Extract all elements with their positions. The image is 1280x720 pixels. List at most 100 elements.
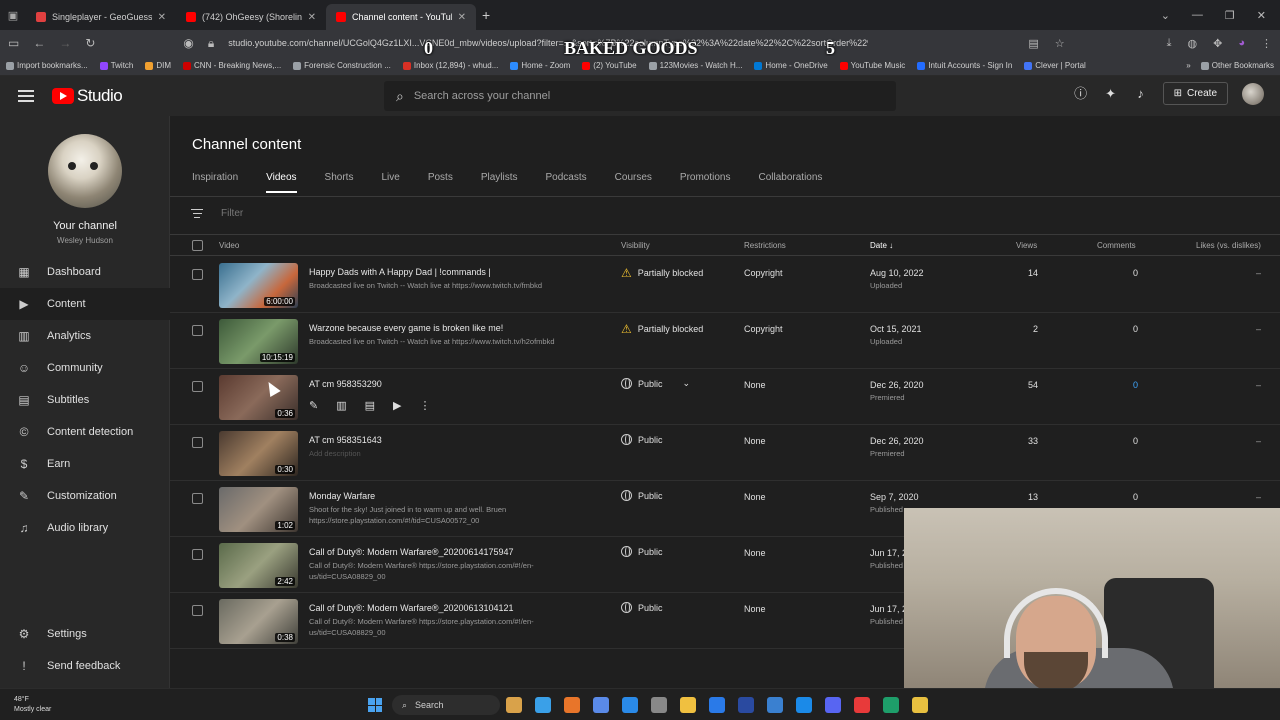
back-button[interactable]: ← xyxy=(33,36,45,50)
comments-icon[interactable]: ▤ xyxy=(365,399,375,412)
taskbar-app-icon[interactable] xyxy=(709,697,725,713)
comments-count[interactable]: 0 xyxy=(1100,436,1138,446)
sidebar-item-analytics[interactable]: ▥ Analytics xyxy=(0,320,170,352)
taskbar-app-icon[interactable] xyxy=(825,697,841,713)
taskbar-app-icon[interactable] xyxy=(651,697,667,713)
close-window-button[interactable]: ✕ xyxy=(1257,9,1266,22)
visibility-status[interactable]: Public ⌄ xyxy=(621,378,690,389)
tab-live[interactable]: Live xyxy=(381,172,399,193)
bookmark-star-icon[interactable]: ☆ xyxy=(1055,37,1065,50)
tab-playlists[interactable]: Playlists xyxy=(481,172,518,193)
video-thumbnail[interactable]: 6:00:00 xyxy=(219,263,298,308)
tab-shorts[interactable]: Shorts xyxy=(325,172,354,193)
analytics-icon[interactable]: ▥ xyxy=(336,399,346,412)
video-thumbnail[interactable]: 1:02 xyxy=(219,487,298,532)
sidebar-item-content-detection[interactable]: © Content detection xyxy=(0,416,170,448)
bookmark-item[interactable]: Import bookmarks... xyxy=(6,61,88,70)
sidebar-item-subtitles[interactable]: ▤ Subtitles xyxy=(0,384,170,416)
bookmark-item[interactable]: (2) YouTube xyxy=(582,61,637,70)
video-thumbnail[interactable]: 0:38 xyxy=(219,599,298,644)
taskbar-app-icon[interactable] xyxy=(854,697,870,713)
tab-inspiration[interactable]: Inspiration xyxy=(192,172,238,193)
bookmark-item[interactable]: YouTube Music xyxy=(839,61,905,70)
taskbar-app-icon[interactable] xyxy=(593,697,609,713)
account-avatar[interactable] xyxy=(1242,82,1264,105)
bookmark-item[interactable]: 123Movies - Watch H... xyxy=(648,61,742,70)
close-tab-icon[interactable]: ✕ xyxy=(158,12,166,23)
comments-count[interactable]: 0 xyxy=(1100,268,1138,278)
row-checkbox[interactable] xyxy=(192,325,203,336)
downloads-icon[interactable]: ⤓ xyxy=(1167,37,1172,50)
sidebar-item-earn[interactable]: $ Earn xyxy=(0,448,170,480)
sidebar-item-settings[interactable]: ⚙ Settings xyxy=(0,618,170,650)
url-field[interactable]: studio.youtube.com/channel/UCGolQ4Gz1LXI… xyxy=(228,38,868,48)
studio-logo[interactable]: Studio xyxy=(52,86,123,106)
col-comments[interactable]: Comments xyxy=(1097,241,1136,250)
video-thumbnail[interactable]: 10:15:19 xyxy=(219,319,298,364)
taskbar-app-icon[interactable] xyxy=(680,697,696,713)
browser-tab[interactable]: (742) OhGeesy (Shoreline Mafia) ✕ xyxy=(176,4,326,30)
bookmark-item[interactable]: Clever | Portal xyxy=(1024,61,1086,70)
video-thumbnail[interactable]: 0:36 xyxy=(219,375,298,420)
sparkle-icon[interactable]: ✦ xyxy=(1103,86,1119,102)
sidebar-item-content[interactable]: ▶ Content xyxy=(0,288,170,320)
bookmark-item[interactable]: Intuit Accounts - Sign In xyxy=(917,61,1012,70)
browser-tab[interactable]: Singleplayer - GeoGuessr ✕ xyxy=(26,4,176,30)
bookmark-item[interactable]: Home - Zoom xyxy=(510,61,570,70)
taskbar-app-icon[interactable] xyxy=(535,697,551,713)
sidebar-item-dashboard[interactable]: ▦ Dashboard xyxy=(0,256,170,288)
taskbar-app-icon[interactable] xyxy=(506,697,522,713)
filter-input[interactable]: Filter xyxy=(221,208,243,219)
taskbar-app-icon[interactable] xyxy=(796,697,812,713)
row-checkbox[interactable] xyxy=(192,493,203,504)
taskbar-app-icon[interactable] xyxy=(912,697,928,713)
table-row[interactable]: 0:36 AT cm 958353290 ✎ ▥ ▤ ▶ ⋮ Public ⌄ None Dec 2… xyxy=(170,369,1280,425)
create-button[interactable]: ⊞ Create xyxy=(1162,82,1228,105)
video-title[interactable]: AT cm 958353290 xyxy=(309,379,382,389)
tab-promotions[interactable]: Promotions xyxy=(680,172,731,193)
comments-count[interactable]: 0 xyxy=(1100,324,1138,334)
browser-tab[interactable]: Channel content - YouTube Stu ✕ xyxy=(326,4,476,30)
table-row[interactable]: 6:00:00 Happy Dads with A Happy Dad | !co… xyxy=(170,257,1280,313)
bookmark-item[interactable]: Inbox (12,894) - whud... xyxy=(402,61,498,70)
col-likes[interactable]: Likes (vs. dislikes) xyxy=(1196,241,1261,250)
new-tab-button[interactable]: + xyxy=(482,7,490,23)
row-checkbox[interactable] xyxy=(192,605,203,616)
browser-menu-icon[interactable]: ⋮ xyxy=(1261,37,1272,50)
taskbar-app-icon[interactable] xyxy=(883,697,899,713)
row-checkbox[interactable] xyxy=(192,437,203,448)
extension-icon[interactable]: ◍ xyxy=(1188,37,1198,50)
tab-list-chevron-icon[interactable]: ⌄ xyxy=(1161,9,1170,22)
close-tab-icon[interactable]: ✕ xyxy=(308,12,316,23)
video-title[interactable]: Happy Dads with A Happy Dad | !commands … xyxy=(309,267,491,277)
channel-avatar[interactable] xyxy=(48,134,122,208)
taskbar-app-icon[interactable] xyxy=(767,697,783,713)
sidebar-toggle-icon[interactable]: ▭ xyxy=(8,36,19,50)
bookmark-item[interactable]: CNN - Breaking News,... xyxy=(183,61,281,70)
table-row[interactable]: 10:15:19 Warzone because every game is br… xyxy=(170,313,1280,369)
comments-count[interactable]: 0 xyxy=(1100,380,1138,390)
notifications-bell-icon[interactable]: ♪ xyxy=(1133,86,1149,102)
taskbar-app-icon[interactable] xyxy=(564,697,580,713)
weather-widget[interactable]: 48°F Mostly clear xyxy=(14,695,51,715)
install-app-icon[interactable]: ▤ xyxy=(1028,37,1038,50)
edit-pencil-icon[interactable]: ✎ xyxy=(309,399,318,412)
extensions-puzzle-icon[interactable]: ✥ xyxy=(1213,37,1222,50)
tab-search-icon[interactable]: ▣ xyxy=(0,9,26,22)
row-checkbox[interactable] xyxy=(192,381,203,392)
close-tab-icon[interactable]: ✕ xyxy=(458,12,466,23)
taskbar-search[interactable]: ⌕ Search xyxy=(392,695,500,715)
minimize-button[interactable]: — xyxy=(1192,9,1203,21)
taskbar-app-icon[interactable] xyxy=(622,697,638,713)
sidebar-item-customization[interactable]: ✎ Customization xyxy=(0,480,170,512)
chevron-down-icon[interactable]: ⌄ xyxy=(683,378,691,389)
video-title[interactable]: Monday Warfare xyxy=(309,491,375,501)
table-row[interactable]: 0:30 AT cm 958351643 Add description Public… xyxy=(170,425,1280,481)
profile-icon[interactable]: ◕ xyxy=(1238,37,1245,50)
select-all-checkbox[interactable] xyxy=(192,240,203,251)
reload-button[interactable]: ↻ xyxy=(85,36,95,50)
bookmark-item[interactable]: Home - OneDrive xyxy=(754,61,828,70)
video-title[interactable]: AT cm 958351643 xyxy=(309,435,382,445)
youtube-view-icon[interactable]: ▶ xyxy=(393,399,401,412)
filter-icon[interactable] xyxy=(191,206,203,221)
